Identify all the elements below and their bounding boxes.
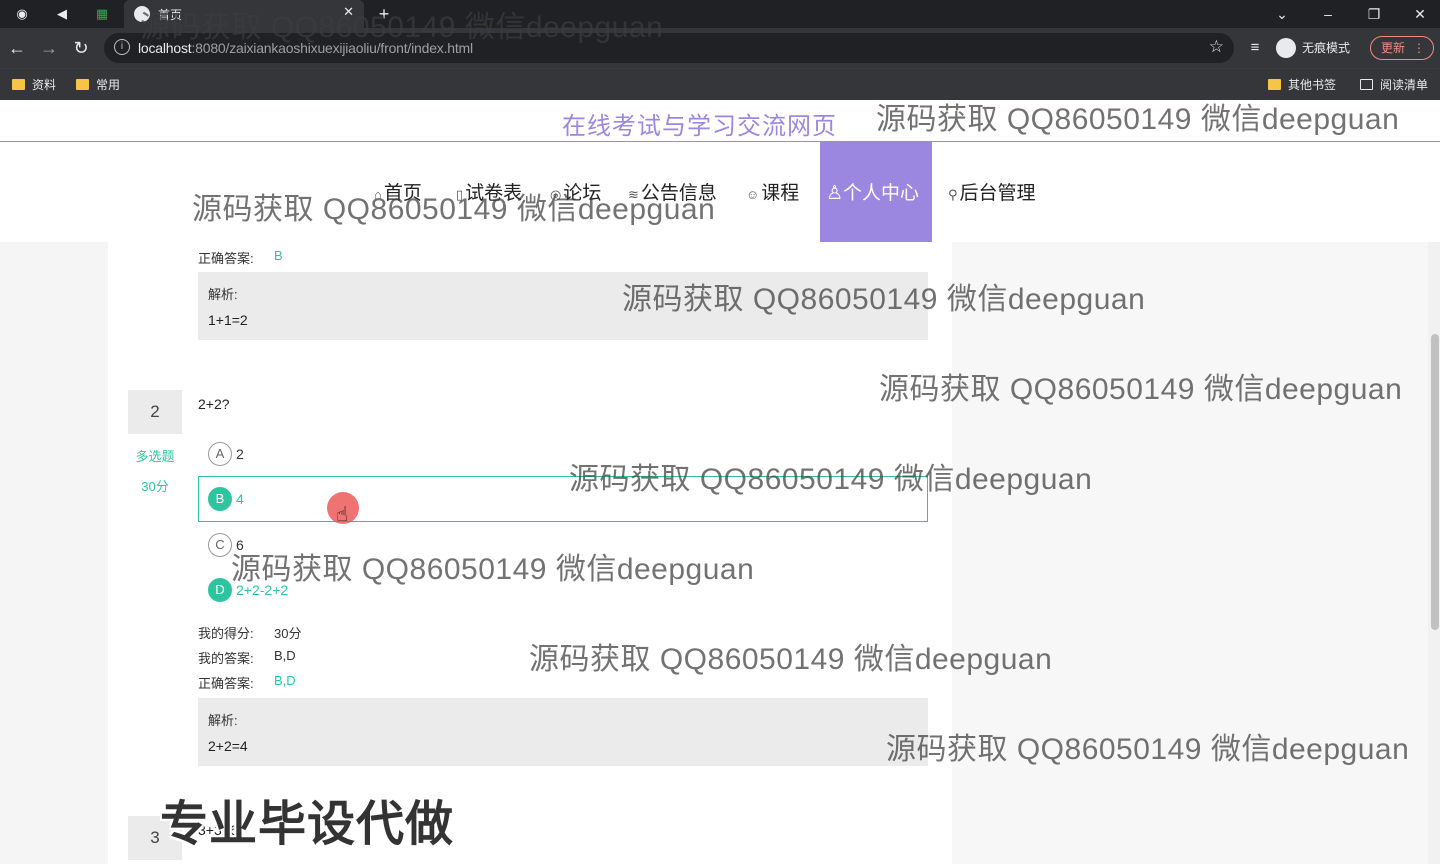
q1-analysis-text: 1+1=2 — [208, 312, 248, 328]
watermark-text: 源码获取 QQ86050149 微信deepguan — [192, 193, 716, 226]
q1-analysis-label: 解析: — [208, 287, 238, 302]
reading-list[interactable]: 阅读清单 — [1358, 75, 1428, 95]
my-answer-value: B,D — [274, 648, 296, 663]
option-b[interactable]: B4 — [208, 487, 244, 511]
option-a[interactable]: A2 — [208, 442, 244, 466]
q1-correct-value: B — [274, 248, 283, 263]
link-icon: ⚲ — [948, 187, 958, 202]
my-score-label: 我的得分: — [198, 626, 254, 641]
q2-analysis-label: 解析: — [208, 713, 238, 728]
bookmark-star-icon[interactable]: ☆ — [1209, 37, 1224, 57]
folder-icon — [76, 79, 89, 90]
nav-profile[interactable]: ♙个人中心 — [820, 142, 932, 242]
nav-label: 后台管理 — [959, 183, 1036, 204]
minimize-icon[interactable]: – — [1316, 2, 1340, 26]
other-bookmarks[interactable]: 其他书签 — [1266, 75, 1336, 95]
incognito-label: 无痕模式 — [1302, 41, 1351, 55]
watermark-text: 源码获取 QQ86050149 微信deepguan — [529, 643, 1053, 676]
watermark-text: 源码获取 QQ86050149 微信deepguan — [622, 283, 1146, 316]
bookmark-folder[interactable]: 常用 — [74, 75, 120, 95]
watermark-text: 源码获取 QQ86050149 微信deepguan — [569, 463, 1093, 496]
close-window-icon[interactable]: ✕ — [1408, 2, 1432, 26]
q2-analysis-text: 2+2=4 — [208, 738, 248, 754]
watermark-text: 源码获取 QQ86050149 微信deepguan — [879, 373, 1403, 406]
bookmark-label: 其他书签 — [1288, 78, 1337, 92]
folder-icon — [1268, 79, 1281, 90]
q2-correct-label: 正确答案: — [198, 676, 254, 691]
reload-icon[interactable]: ↻ — [70, 37, 92, 59]
watermark-text: 源码获取 QQ86050149 微信deepguan — [886, 733, 1410, 766]
watermark-text: 源码获取 QQ86050149 微信deepguan — [231, 553, 755, 586]
option-text: 4 — [236, 491, 244, 507]
question-score: 30分 — [141, 479, 169, 494]
scrollbar-thumb[interactable] — [1431, 334, 1439, 630]
course-icon: ☺ — [746, 187, 760, 202]
question-number: 2 — [128, 390, 182, 434]
q2-analysis: 解析: 2+2=4 — [198, 698, 928, 766]
page-side-area — [952, 242, 1428, 864]
user-icon: ♙ — [826, 183, 844, 204]
bookmark-label: 常用 — [96, 78, 121, 92]
reading-list-icon[interactable]: ≡ — [1244, 37, 1266, 59]
update-label: 更新 — [1381, 41, 1406, 55]
mute-icon[interactable]: ◀ — [52, 4, 72, 24]
site-info-icon[interactable]: i — [114, 39, 130, 55]
browser-menu-icon[interactable]: ◉ — [12, 4, 32, 24]
reading-list-icon — [1360, 79, 1373, 90]
bookmark-label: 阅读清单 — [1380, 78, 1429, 92]
option-letter: D — [208, 578, 232, 602]
q1-correct-label: 正确答案: — [198, 251, 254, 266]
nav-courses[interactable]: ☺ 课程 — [746, 178, 799, 205]
incognito-icon — [1276, 38, 1296, 58]
my-answer-label: 我的答案: — [198, 651, 254, 666]
site-title: 在线考试与学习交流网页 — [562, 113, 837, 140]
option-letter: C — [208, 533, 232, 557]
option-letter: A — [208, 442, 232, 466]
watermark-banner: 专业毕设代做 — [160, 798, 455, 851]
nav-admin[interactable]: ⚲ 后台管理 — [948, 178, 1036, 205]
tab-search-icon[interactable]: ⌄ — [1270, 2, 1294, 26]
bookmark-label: 资料 — [32, 78, 57, 92]
incognito-indicator[interactable]: 无痕模式 — [1276, 36, 1350, 60]
watermark-text: 源码获取 QQ86050149 微信deepguan — [876, 103, 1400, 136]
more-icon: ⋮ — [1413, 41, 1425, 55]
bookmark-folder[interactable]: 资料 — [10, 75, 56, 95]
question-type: 多选题 — [135, 449, 175, 464]
hand-cursor-icon: ☝ — [336, 504, 349, 526]
restore-icon[interactable]: ❐ — [1362, 2, 1386, 26]
folder-icon — [12, 79, 25, 90]
option-text: 2 — [236, 446, 244, 462]
question-text: 2+2? — [198, 396, 230, 412]
nav-label: 课程 — [761, 183, 800, 204]
q2-correct-value: B,D — [274, 673, 296, 688]
update-button[interactable]: 更新 ⋮ — [1370, 36, 1434, 60]
nav-label-profile: ♙个人中心 — [826, 178, 919, 205]
watermark-text: 源码获取 QQ86050149 微信deepguan — [140, 11, 664, 44]
back-icon[interactable]: ← — [6, 37, 28, 59]
my-score-value: 30分 — [274, 626, 302, 641]
nav-label: 个人中心 — [843, 183, 920, 204]
option-letter: B — [208, 487, 232, 511]
forward-icon[interactable]: → — [38, 37, 60, 59]
sheets-tab-icon[interactable]: ▦ — [92, 4, 112, 24]
